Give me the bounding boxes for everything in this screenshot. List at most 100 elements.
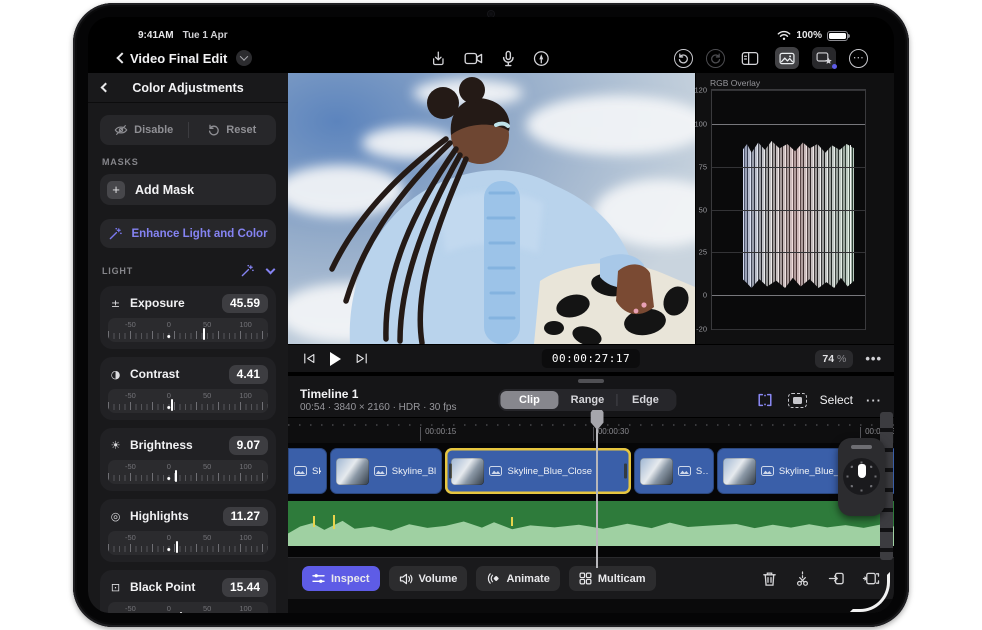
timeline-header: Timeline 1 00:54 · 3840 × 2160 · HDR · 3…: [288, 383, 894, 417]
top-toolbar: Video Final Edit: [88, 43, 894, 73]
viewer-video[interactable]: [288, 73, 695, 344]
skip-forward-icon[interactable]: [355, 352, 369, 365]
audio-waveform: [288, 518, 894, 546]
slider-icon: ◎: [108, 510, 123, 523]
scope-waveform: [743, 141, 855, 288]
play-button[interactable]: [330, 352, 341, 366]
jog-dial[interactable]: [843, 458, 880, 495]
video-track: Sk… Skyline_Blue_Wide Skyline_Blue_Close: [288, 445, 894, 497]
draw-icon[interactable]: [533, 50, 550, 67]
edit-mode-control: ClipRangeEdge: [498, 389, 676, 411]
adjustment-slider: ◎ Highlights 11.27 -50 0 50 100: [100, 499, 276, 562]
volume-button[interactable]: Volume: [389, 566, 468, 591]
slider-cursor[interactable]: [203, 328, 205, 340]
more-icon[interactable]: ⋯: [849, 49, 868, 68]
overlay-view-icon[interactable]: [788, 393, 807, 408]
panel-title: Color Adjustments: [88, 81, 288, 95]
effects-icon[interactable]: [812, 47, 836, 69]
slider-name: Highlights: [130, 509, 189, 523]
ruler-timestamp: 00:00:15: [420, 427, 456, 441]
reset-icon: [208, 124, 220, 136]
auto-enhance-icon[interactable]: [240, 264, 255, 278]
multicam-icon: [579, 572, 592, 585]
split-clip-icon[interactable]: [794, 571, 811, 587]
clip-media-icon: [374, 466, 387, 476]
slider-ruler[interactable]: -50 0 50 100: [108, 602, 268, 613]
timeline-clip[interactable]: S…: [634, 448, 714, 494]
slider-value[interactable]: 45.59: [222, 294, 268, 313]
edit-mode-option[interactable]: Edge: [616, 391, 674, 409]
skip-back-icon[interactable]: [302, 352, 316, 365]
slider-icon: ◑: [108, 368, 123, 381]
jog-wheel-panel[interactable]: [838, 438, 885, 516]
audio-peak: [511, 517, 513, 526]
reset-button[interactable]: Reset: [189, 124, 277, 136]
viewer-more-icon[interactable]: •••: [865, 351, 882, 366]
color-adjustments-panel: Color Adjustments Disable: [88, 73, 288, 613]
title-dropdown[interactable]: [236, 50, 252, 66]
slider-name: Exposure: [130, 296, 185, 310]
jog-drag-handle[interactable]: [851, 445, 872, 449]
timeline-clip[interactable]: Skyline_Blue_Close: [445, 448, 630, 494]
inspect-button[interactable]: Inspect: [302, 566, 380, 591]
slider-value[interactable]: 4.41: [229, 365, 268, 384]
multicam-button[interactable]: Multicam: [569, 566, 656, 591]
undo-icon[interactable]: [674, 49, 693, 68]
slider-cursor[interactable]: [176, 541, 178, 553]
clip-thumbnail: [640, 458, 673, 485]
slider-ruler[interactable]: -50 0 50 100: [108, 460, 268, 484]
viewer-zoom-control[interactable]: 74 %: [815, 350, 853, 368]
slider-value[interactable]: 11.27: [223, 507, 268, 526]
replace-icon[interactable]: [862, 571, 880, 586]
disable-button[interactable]: Disable: [100, 124, 188, 136]
edit-mode-option[interactable]: Clip: [500, 391, 558, 409]
clip-media-icon: [678, 466, 691, 476]
photos-icon[interactable]: [775, 47, 799, 69]
ipad-device: 9:41AM Tue 1 Apr 100% Video Final Edit: [73, 3, 909, 627]
scope-panel: RGB Overlay 120 100 75: [695, 73, 894, 344]
timeline-name: Timeline 1: [300, 387, 456, 402]
snapping-icon[interactable]: [755, 392, 775, 408]
scope-gridline: 0: [712, 295, 865, 296]
slider-ruler[interactable]: -50 0 50 100: [108, 318, 268, 342]
microphone-icon[interactable]: [501, 50, 516, 67]
playhead[interactable]: [596, 410, 598, 568]
slider-default-dot: [167, 335, 171, 339]
slider-cursor[interactable]: [175, 470, 177, 482]
timecode-display[interactable]: 00:00:27:17: [542, 349, 640, 368]
insert-icon[interactable]: [828, 571, 845, 586]
collapse-chevron-icon[interactable]: [266, 265, 276, 275]
enhance-button[interactable]: Enhance Light and Color: [100, 219, 276, 248]
project-title: Video Final Edit: [130, 51, 227, 66]
clip-label: S…: [696, 466, 708, 477]
timeline-more-icon[interactable]: ···: [866, 393, 882, 408]
animate-button[interactable]: Animate: [476, 566, 559, 591]
battery-percent: 100%: [796, 30, 822, 41]
clip-thumbnail: [723, 458, 756, 485]
record-video-icon[interactable]: [464, 51, 484, 66]
add-mask-button[interactable]: + Add Mask: [100, 174, 276, 205]
import-icon[interactable]: [430, 50, 447, 67]
redo-icon: [706, 49, 725, 68]
slider-value[interactable]: 15.44: [222, 578, 268, 597]
slider-ruler[interactable]: -50 0 50 100: [108, 389, 268, 413]
timeline-clip[interactable]: Skyline_Blue_Wide: [330, 448, 443, 494]
back-icon[interactable]: [116, 52, 127, 63]
select-button[interactable]: Select: [820, 393, 853, 407]
slider-name: Brightness: [130, 438, 193, 452]
adjustment-slider: ± Exposure 45.59 -50 0 50 100: [100, 286, 276, 349]
slider-ruler[interactable]: -50 0 50 100: [108, 531, 268, 555]
adjustments-icon[interactable]: [738, 47, 762, 69]
scope-gridline: 100: [712, 124, 865, 125]
audio-track[interactable]: [288, 501, 894, 546]
clip-label: Skyline_Blue_Close: [507, 466, 592, 477]
slider-value[interactable]: 9.07: [229, 436, 268, 455]
timeline-clip[interactable]: Sk…: [288, 448, 327, 494]
slider-cursor[interactable]: [180, 612, 182, 613]
slider-cursor[interactable]: [171, 399, 173, 411]
trash-icon[interactable]: [762, 571, 777, 587]
clip-thumbnail: [336, 458, 369, 485]
edit-mode-option[interactable]: Range: [558, 391, 616, 409]
jog-pointer: [858, 464, 866, 478]
slider-default-dot: [167, 548, 171, 552]
